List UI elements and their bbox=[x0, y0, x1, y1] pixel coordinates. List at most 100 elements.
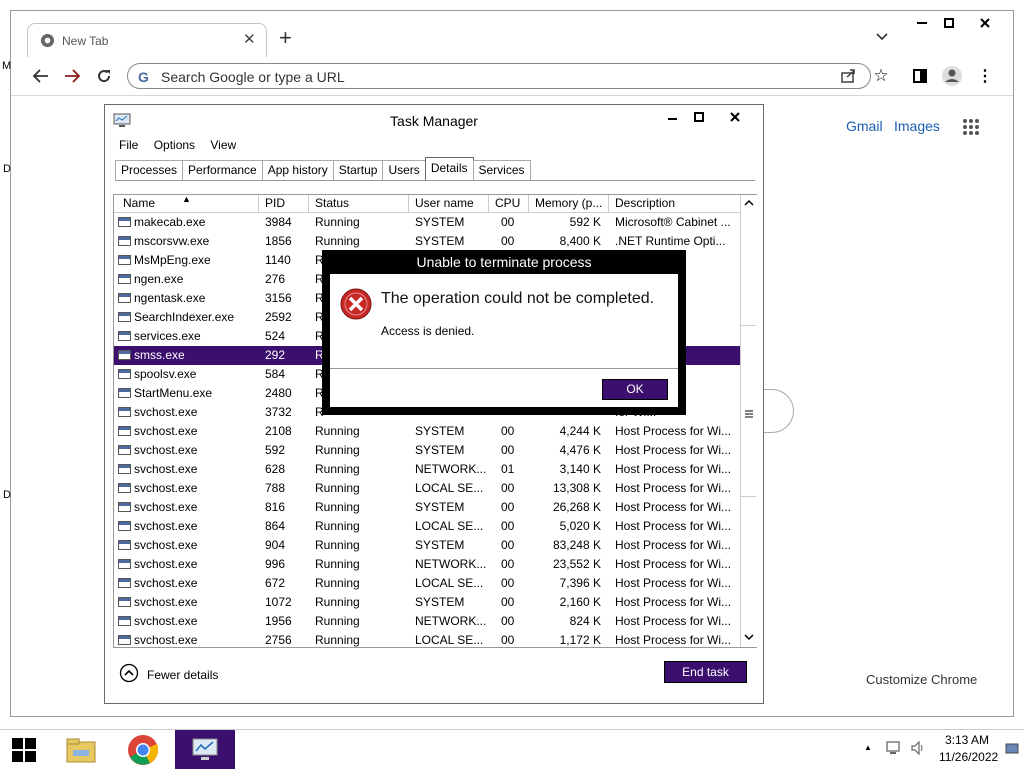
col-memory[interactable]: Memory (p... bbox=[529, 195, 609, 212]
process-icon bbox=[118, 596, 131, 607]
cell-pid: 788 bbox=[265, 481, 286, 495]
cell-status: Running bbox=[315, 215, 360, 229]
process-icon bbox=[118, 539, 131, 550]
col-description[interactable]: Description bbox=[609, 195, 740, 212]
google-g-icon: G bbox=[138, 69, 149, 85]
menu-view[interactable]: View bbox=[210, 138, 236, 152]
table-row[interactable]: svchost.exe 788 Running LOCAL SE... 00 13,308… bbox=[114, 479, 740, 498]
table-row[interactable]: svchost.exe 904 Running SYSTEM 00 83,248 K Hos… bbox=[114, 536, 740, 555]
cell-name: MsMpEng.exe bbox=[114, 251, 259, 270]
forward-button[interactable] bbox=[60, 64, 84, 88]
tab-title: New Tab bbox=[62, 34, 109, 48]
close-window-button[interactable] bbox=[968, 13, 1002, 33]
tm-close-button[interactable] bbox=[718, 107, 752, 127]
cell-memory: 26,268 K bbox=[552, 500, 601, 514]
chrome-menu-icon[interactable]: ⋮ bbox=[973, 64, 997, 88]
col-user-name[interactable]: User name bbox=[409, 195, 489, 212]
show-desktop-icon[interactable] bbox=[1005, 742, 1019, 759]
cell-user: SYSTEM bbox=[415, 443, 465, 457]
tab-processes[interactable]: Processes bbox=[115, 160, 184, 180]
back-button[interactable] bbox=[29, 64, 53, 88]
cell-description: Host Process for Wi... bbox=[615, 519, 732, 533]
process-icon bbox=[118, 615, 131, 626]
cell-status: Running bbox=[315, 519, 360, 533]
fewer-details-button[interactable]: Fewer details bbox=[119, 663, 218, 686]
cell-name: svchost.exe bbox=[114, 517, 259, 536]
tab-new-tab[interactable]: New Tab ✕ bbox=[27, 23, 267, 57]
share-icon[interactable] bbox=[840, 68, 856, 87]
cell-status: Running bbox=[315, 633, 360, 647]
cell-description: Host Process for Wi... bbox=[615, 614, 732, 628]
tab-app-history[interactable]: App history bbox=[261, 160, 334, 180]
end-task-button[interactable]: End task bbox=[664, 661, 747, 683]
vertical-scrollbar[interactable] bbox=[740, 195, 757, 647]
tab-services[interactable]: Services bbox=[472, 160, 531, 180]
tab-performance[interactable]: Performance bbox=[182, 160, 263, 180]
table-row[interactable]: svchost.exe 592 Running SYSTEM 00 4,476 K Host… bbox=[114, 441, 740, 460]
table-row[interactable]: mscorsvw.exe 1856 Running SYSTEM 00 8,400 K .N… bbox=[114, 232, 740, 251]
tm-tabs: Processes Performance App history Startu… bbox=[115, 157, 531, 181]
gmail-link[interactable]: Gmail bbox=[846, 118, 883, 134]
windows-start-icon[interactable] bbox=[0, 730, 48, 769]
maximize-button[interactable] bbox=[932, 13, 966, 33]
file-explorer-icon[interactable] bbox=[57, 730, 105, 769]
bookmark-star-icon[interactable]: ☆ bbox=[869, 64, 893, 88]
col-cpu[interactable]: CPU bbox=[489, 195, 529, 212]
cell-name: services.exe bbox=[114, 327, 259, 346]
clock-time[interactable]: 3:13 AM bbox=[945, 733, 989, 747]
reload-button[interactable] bbox=[92, 64, 116, 88]
tab-startup[interactable]: Startup bbox=[332, 160, 384, 180]
tray-overflow-icon[interactable]: ▲ bbox=[864, 743, 872, 752]
cell-cpu: 00 bbox=[501, 595, 515, 609]
table-row[interactable]: svchost.exe 1072 Running SYSTEM 00 2,160 K Hos… bbox=[114, 593, 740, 612]
cell-description: Host Process for Wi... bbox=[615, 500, 732, 514]
col-name[interactable]: Name ▲ bbox=[114, 195, 259, 212]
network-icon[interactable] bbox=[885, 740, 901, 759]
tab-details[interactable]: Details bbox=[424, 157, 474, 181]
side-panel-icon[interactable] bbox=[908, 64, 932, 88]
process-icon bbox=[118, 425, 131, 436]
table-row[interactable]: svchost.exe 2756 Running LOCAL SE... 00 1,172… bbox=[114, 631, 740, 650]
col-status[interactable]: Status bbox=[309, 195, 409, 212]
table-row[interactable]: makecab.exe 3984 Running SYSTEM 00 592 K Micro… bbox=[114, 213, 740, 232]
scroll-up-icon[interactable] bbox=[744, 197, 754, 211]
col-pid[interactable]: PID bbox=[259, 195, 309, 212]
task-manager-taskbar-icon[interactable] bbox=[175, 730, 235, 769]
cell-status: Running bbox=[315, 576, 360, 590]
menu-options[interactable]: Options bbox=[154, 138, 195, 152]
cell-memory: 592 K bbox=[569, 215, 601, 229]
scroll-down-icon[interactable] bbox=[744, 631, 754, 645]
new-tab-button[interactable]: + bbox=[279, 25, 292, 51]
chrome-taskbar-icon[interactable] bbox=[119, 730, 167, 769]
process-icon bbox=[118, 292, 131, 303]
cell-pid: 816 bbox=[265, 500, 286, 514]
omnibox[interactable]: G Search Google or type a URL bbox=[127, 63, 871, 89]
images-link[interactable]: Images bbox=[894, 118, 940, 134]
cell-cpu: 00 bbox=[501, 424, 515, 438]
close-tab-icon[interactable]: ✕ bbox=[243, 30, 256, 48]
cell-cpu: 00 bbox=[501, 500, 515, 514]
tm-maximize-button[interactable] bbox=[682, 107, 716, 127]
profile-avatar-icon[interactable] bbox=[940, 64, 964, 88]
customize-chrome-button[interactable]: Customize Chrome bbox=[866, 672, 977, 687]
cell-name: SearchIndexer.exe bbox=[114, 308, 259, 327]
apps-grid-icon[interactable] bbox=[962, 118, 980, 139]
table-row[interactable]: svchost.exe 864 Running LOCAL SE... 00 5,020 … bbox=[114, 517, 740, 536]
table-row[interactable]: svchost.exe 996 Running NETWORK... 00 23,552 … bbox=[114, 555, 740, 574]
table-row[interactable]: svchost.exe 628 Running NETWORK... 01 3,140 K… bbox=[114, 460, 740, 479]
table-row[interactable]: svchost.exe 1956 Running NETWORK... 00 824 K H… bbox=[114, 612, 740, 631]
tab-search-chevron-icon[interactable] bbox=[875, 31, 889, 45]
process-icon bbox=[118, 520, 131, 531]
dialog-message: Access is denied. bbox=[381, 324, 475, 338]
volume-icon[interactable] bbox=[910, 740, 926, 759]
table-row[interactable]: svchost.exe 672 Running LOCAL SE... 00 7,396 … bbox=[114, 574, 740, 593]
table-row[interactable]: svchost.exe 2108 Running SYSTEM 00 4,244 K Hos… bbox=[114, 422, 740, 441]
cell-pid: 276 bbox=[265, 272, 286, 286]
clock-date[interactable]: 11/26/2022 bbox=[939, 750, 998, 764]
cell-cpu: 00 bbox=[501, 576, 515, 590]
menu-file[interactable]: File bbox=[119, 138, 138, 152]
tab-users[interactable]: Users bbox=[382, 160, 426, 180]
process-icon bbox=[118, 349, 131, 360]
table-row[interactable]: svchost.exe 816 Running SYSTEM 00 26,268 K Hos… bbox=[114, 498, 740, 517]
ok-button[interactable]: OK bbox=[602, 379, 668, 400]
